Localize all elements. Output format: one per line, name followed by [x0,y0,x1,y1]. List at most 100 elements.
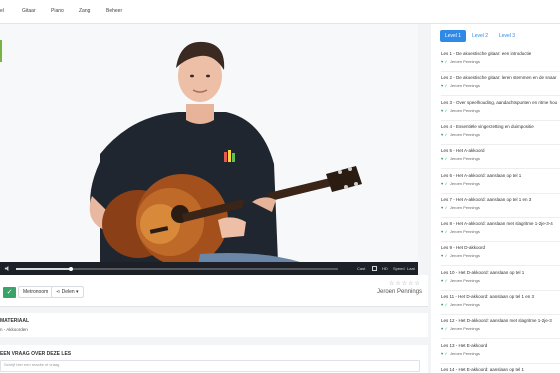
nav-item-guitar[interactable]: Gitaar [22,8,36,14]
material-item[interactable]: n - Akkoorden [0,327,28,332]
nav-item-piano[interactable]: Piano [51,8,64,14]
video-controls: Cast HD Speed Laat [0,262,418,275]
volume-icon[interactable] [4,265,11,272]
lesson-title: Les 2 - De akoestische gitaar: leren ste… [441,75,557,81]
lesson-title: Les 7 - Het A-akkoord: aanslaan op tel 1… [441,196,532,202]
lesson-title: Les 3 - Over speelhouding, aandachtspunt… [441,99,558,105]
lesson-author: Jeroen Pennings [449,253,480,259]
lesson-meta: ♥ ✓ Jeroen Pennings [441,278,480,283]
lesson-title: Les 1 - De akoestische gitaar: een intro… [441,51,532,56]
check-icon: ✓ [443,83,448,89]
lesson-meta: ♥ ✓ Jeroen Pennings [441,205,480,210]
lesson-author: Jeroen Pennings [449,204,480,210]
lesson-meta: ♥ ✓ Jeroen Pennings [441,302,480,307]
lesson-author: Jeroen Pennings [449,83,480,89]
check-icon: ✓ [443,277,448,283]
video-player[interactable] [0,24,418,275]
lesson-item[interactable]: Les 12 - Het D-akkoord: aanslaan met sla… [441,315,560,340]
check-icon: ✓ [443,204,448,210]
lesson-meta: ♥ ✓ Jeroen Pennings [441,351,480,356]
nav-item-1[interactable]: el [0,8,4,14]
nav-item-admin[interactable]: Beheer [106,8,122,14]
cast-label[interactable]: Cast [357,266,365,271]
lesson-item[interactable]: Les 2 - De akoestische gitaar: leren ste… [441,72,560,97]
check-icon: ✓ [443,229,448,235]
lesson-title: Les 10 - Het D-akkoord: aanslaan op tel … [441,269,525,275]
lesson-meta: ♥ ✓ Jeroen Pennings [441,108,480,113]
settings-icon[interactable] [372,266,377,271]
lesson-meta: ♥ ✓ Jeroen Pennings [441,156,480,161]
lesson-author: Jeroen Pennings [449,302,480,307]
lesson-author: Jeroen Pennings [449,277,480,283]
share-button[interactable]: ⋖ Delen ▾ [51,286,84,298]
tab-level-3[interactable]: Level 3 [494,30,520,42]
material-card: MATERIAAL n - Akkoorden [0,313,428,337]
check-icon: ✓ [443,350,448,356]
check-icon: ✓ [443,253,448,259]
lesson-title: Les 14 - Het E-akkoord: aanslaan op tel … [441,366,525,372]
lesson-author: Jeroen Pennings [449,156,480,162]
check-icon: ✓ [443,131,448,137]
lesson-title: Les 11 - Het D-akkoord: aanslaan op tel … [441,294,534,299]
rating-stars[interactable]: ☆☆☆☆☆ [389,280,421,287]
lesson-title: Les 6 - Het A-akkoord: aanslaan op tel 1 [441,172,522,178]
lesson-action-bar: ✓ Metronoom ⋖ Delen ▾ [0,275,428,307]
lesson-item[interactable]: Les 11 - Het D-akkoord: aanslaan op tel … [441,291,560,315]
top-navigation: el Gitaar Piano Zang Beheer [0,0,560,24]
lesson-title: Les 4 - Essentiële vingerzetting en duim… [441,123,534,129]
lesson-item[interactable]: Les 3 - Over speelhouding, aandachtspunt… [441,97,560,121]
lesson-item[interactable]: Les 8 - Het A-akkoord: aanslaan met slag… [441,218,560,243]
tab-level-2[interactable]: Level 2 [467,30,493,42]
metronome-button[interactable]: Metronoom [18,286,54,298]
lesson-sidebar: Level 1 Level 2 Level 3 Les 1 - De akoes… [431,24,560,373]
lesson-item[interactable]: Les 9 - Het D-akkoord ♥ ✓ Jeroen Pennings [441,242,560,267]
lesson-author: Jeroen Pennings [449,59,480,64]
lesson-title: Les 9 - Het D-akkoord [441,245,486,251]
speed-label[interactable]: Speed [393,266,405,271]
last-label[interactable]: Laat [407,266,415,271]
lesson-meta: ♥ ✓ Jeroen Pennings [441,253,480,258]
check-icon: ✓ [443,156,448,162]
lesson-item[interactable]: Les 1 - De akoestische gitaar: een intro… [441,48,560,72]
lesson-item[interactable]: Les 6 - Het A-akkoord: aanslaan op tel 1… [441,170,560,194]
lesson-meta: ♥ ✓ Jeroen Pennings [441,59,480,64]
chevron-down-icon: ▾ [74,289,79,295]
video-seekbar[interactable] [16,266,338,271]
hd-label[interactable]: HD [382,266,388,271]
seekbar-handle[interactable] [68,266,73,271]
seekbar-progress [16,268,71,270]
mark-complete-button[interactable]: ✓ [3,287,16,298]
check-icon: ✓ [443,326,448,332]
lesson-author: Jeroen Pennings [449,131,480,137]
lesson-item[interactable]: Les 13 - Het E-akkoord ♥ ✓ Jeroen Pennings [441,340,560,364]
share-label: Delen [61,289,75,295]
lesson-author: Jeroen Pennings [449,350,480,356]
check-icon: ✓ [443,59,448,64]
question-heading: EEN VRAAG OVER DEZE LES [0,351,72,357]
author-name: Jeroen Pennings [377,289,423,295]
lesson-title: Les 8 - Het A-akkoord: aanslaan met slag… [441,221,553,227]
lesson-item[interactable]: Les 5 - Het A-akkoord ♥ ✓ Jeroen Pennings [441,145,560,170]
material-heading: MATERIAAL [0,318,30,324]
tab-level-1[interactable]: Level 1 [440,30,466,42]
lesson-author: Jeroen Pennings [449,107,480,113]
lesson-item[interactable]: Les 4 - Essentiële vingerzetting en duim… [441,121,560,145]
lesson-author: Jeroen Pennings [449,326,480,332]
question-card: EEN VRAAG OVER DEZE LES Schrijf hier een… [0,345,428,373]
check-icon: ✓ [443,302,448,307]
lesson-meta: ♥ ✓ Jeroen Pennings [441,229,480,234]
check-icon: ✓ [443,107,448,113]
lesson-author: Jeroen Pennings [449,180,480,186]
check-icon: ✓ [443,180,448,186]
lesson-meta: ♥ ✓ Jeroen Pennings [441,132,480,137]
lesson-meta: ♥ ✓ Jeroen Pennings [441,181,480,186]
nav-item-vocals[interactable]: Zang [79,8,90,14]
lesson-title: Les 13 - Het E-akkoord [441,342,488,348]
lesson-item[interactable]: Les 14 - Het E-akkoord: aanslaan op tel … [441,364,560,373]
lesson-item[interactable]: Les 7 - Het A-akkoord: aanslaan op tel 1… [441,194,560,218]
lesson-author: Jeroen Pennings [449,229,480,235]
lesson-title: Les 12 - Het D-akkoord: aanslaan met sla… [441,318,552,324]
lesson-meta: ♥ ✓ Jeroen Pennings [441,83,480,88]
question-input[interactable]: Schrijf hier een reactie of vraag [0,360,420,372]
lesson-item[interactable]: Les 10 - Het D-akkoord: aanslaan op tel … [441,267,560,291]
